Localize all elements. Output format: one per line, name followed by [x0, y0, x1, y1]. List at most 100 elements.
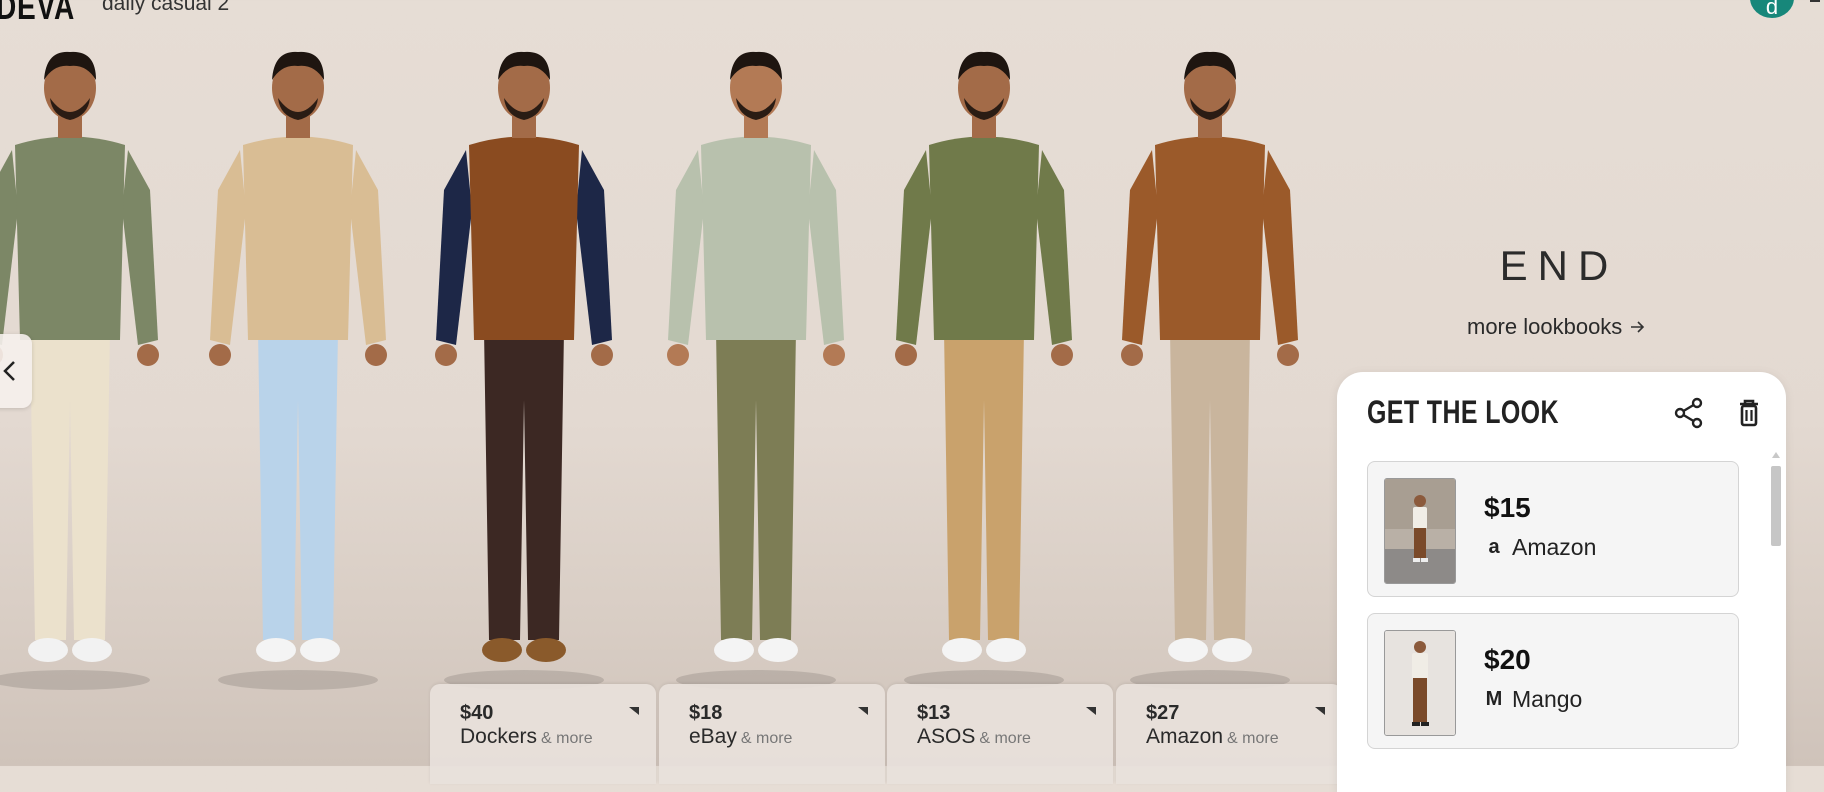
left-shoe	[942, 638, 982, 662]
product-thumbnail	[1384, 630, 1456, 736]
outfit-model-4[interactable]	[646, 40, 866, 730]
user-avatar[interactable]: d	[1750, 0, 1794, 19]
amazon-logo-icon: a	[1488, 536, 1500, 558]
right-sleeve	[808, 150, 844, 345]
top-garment	[929, 136, 1039, 340]
right-shoe	[758, 638, 798, 662]
right-hand	[365, 344, 387, 366]
trash-icon	[1740, 399, 1758, 427]
right-hand	[1277, 344, 1299, 366]
model-outfit-5	[895, 51, 1073, 690]
lookbook-title: daily casual 2	[102, 0, 230, 15]
outfit-model-3[interactable]	[414, 40, 634, 730]
top-garment	[243, 136, 353, 340]
panel-title: GET THE LOOK	[1367, 394, 1559, 430]
outfit-retailer: Dockers	[460, 725, 538, 748]
outfit-retailer: eBay	[689, 725, 737, 748]
outfit-model-5[interactable]	[874, 40, 1094, 730]
carousel-prev-button[interactable]	[0, 334, 32, 408]
scroll-up-icon[interactable]	[1772, 452, 1780, 458]
more-lookbooks-label: more lookbooks	[1467, 314, 1623, 339]
top-garment	[469, 136, 579, 340]
menu-icon[interactable]	[1810, 0, 1820, 2]
model-outfit-3	[435, 51, 613, 690]
scroll-thumb[interactable]	[1771, 466, 1781, 546]
lookbook-carousel	[0, 40, 1330, 730]
top-garment	[701, 136, 811, 340]
corner-triangle-icon	[629, 707, 639, 715]
pants	[484, 330, 564, 640]
right-hand	[137, 344, 159, 366]
left-sleeve	[896, 150, 932, 345]
product-image	[1385, 631, 1455, 735]
right-hand	[591, 344, 613, 366]
get-the-look-panel: GET THE LOOK $15 a Amazon $20 M Mango	[1337, 372, 1786, 792]
left-sleeve	[0, 150, 18, 345]
right-shoe	[526, 638, 566, 662]
corner-triangle-icon	[858, 707, 868, 715]
top-garment	[1155, 136, 1265, 340]
product-image	[1385, 479, 1455, 583]
outfit-price-card[interactable]: $27 Amazon & more	[1116, 684, 1342, 784]
floor-shadow	[218, 670, 378, 690]
arrow-right-icon	[1631, 321, 1645, 333]
corner-triangle-icon	[1086, 707, 1096, 715]
left-shoe	[714, 638, 754, 662]
end-label: END	[1499, 242, 1619, 289]
right-sleeve	[350, 150, 386, 345]
outfit-price-card[interactable]: $13 ASOS & more	[887, 684, 1113, 784]
left-hand	[435, 344, 457, 366]
product-thumbnail	[1384, 478, 1456, 584]
pants	[30, 330, 110, 640]
item-store: a Amazon	[1484, 534, 1596, 561]
look-item-card[interactable]: $15 a Amazon	[1367, 461, 1739, 597]
outfit-price: $27	[1146, 702, 1180, 724]
left-shoe	[256, 638, 296, 662]
panel-scrollbar[interactable]	[1768, 452, 1784, 792]
share-icon	[1674, 397, 1703, 429]
model-figure	[435, 51, 613, 690]
item-store-name: Amazon	[1512, 534, 1597, 560]
clear-look-button[interactable]	[1732, 396, 1766, 430]
outfit-model-6[interactable]	[1100, 40, 1320, 730]
more-lookbooks-link[interactable]: more lookbooks	[1467, 314, 1646, 340]
pants	[944, 330, 1024, 640]
left-shoe	[482, 638, 522, 662]
right-shoe	[72, 638, 112, 662]
left-hand	[209, 344, 231, 366]
left-shoe	[1168, 638, 1208, 662]
left-hand	[1121, 344, 1143, 366]
corner-triangle-icon	[1315, 707, 1325, 715]
item-store-name: Mango	[1512, 686, 1583, 712]
brand-logo[interactable]: DEVA	[0, 0, 75, 28]
model-figure	[209, 51, 387, 690]
outfit-price-card[interactable]: $18 eBay & more	[659, 684, 885, 784]
item-price: $20	[1484, 644, 1531, 675]
right-shoe	[986, 638, 1026, 662]
right-sleeve	[1036, 150, 1072, 345]
left-sleeve	[436, 150, 472, 345]
share-button[interactable]	[1672, 396, 1706, 430]
outfit-price: $13	[917, 702, 951, 724]
top-garment	[15, 136, 125, 340]
chevron-left-icon	[3, 361, 15, 381]
outfit-model-2[interactable]	[188, 40, 408, 730]
left-hand	[667, 344, 689, 366]
and-more-label: & more	[541, 730, 593, 747]
right-hand	[1051, 344, 1073, 366]
look-item-card[interactable]: $20 M Mango	[1367, 613, 1739, 749]
model-figure	[667, 51, 845, 690]
model-outfit-6	[1121, 51, 1299, 690]
left-sleeve	[210, 150, 246, 345]
right-sleeve	[1262, 150, 1298, 345]
item-store: M Mango	[1484, 686, 1583, 713]
pants	[258, 330, 338, 640]
item-price: $15	[1484, 492, 1531, 523]
outfit-price-card[interactable]: $40 Dockers & more	[430, 684, 656, 784]
mango-logo-icon: M	[1485, 688, 1503, 710]
right-sleeve	[122, 150, 158, 345]
pants	[716, 330, 796, 640]
left-sleeve	[1122, 150, 1158, 345]
right-shoe	[300, 638, 340, 662]
model-outfit-2	[209, 51, 387, 690]
